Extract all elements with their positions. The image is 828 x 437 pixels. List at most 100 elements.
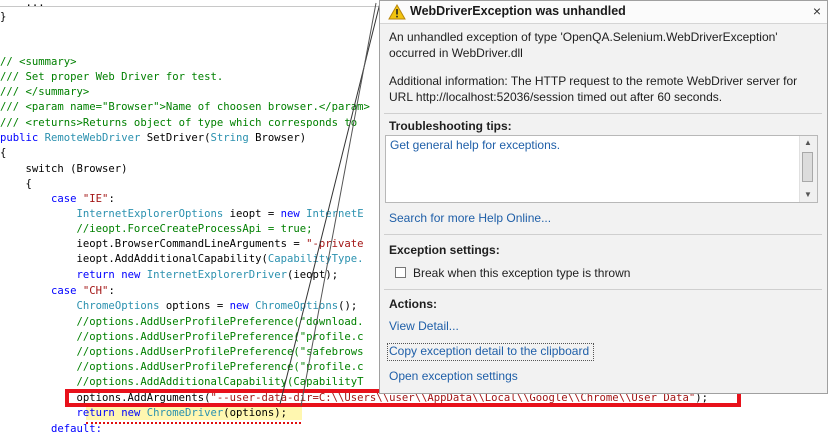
view-detail-link[interactable]: View Detail... <box>389 319 459 333</box>
code-token: (options); <box>223 407 288 419</box>
popup-header: WebDriverException was unhandled × <box>380 1 827 24</box>
code-token: return <box>76 407 122 419</box>
code-token: default: <box>0 423 103 435</box>
code-line[interactable]: //options.AddUserProfilePreference("prof… <box>0 330 364 345</box>
break-when-thrown-label: Break when this exception type is thrown <box>413 266 631 280</box>
code-token: (); <box>338 300 358 312</box>
code-token: : <box>108 285 115 297</box>
code-token: new <box>280 208 307 220</box>
code-line[interactable]: ieopt.AddAdditionalCapability(Capability… <box>0 252 364 267</box>
code-line[interactable]: ieopt.BrowserCommandLineArguments = "-pr… <box>0 237 364 252</box>
code-token: "CH" <box>82 285 109 297</box>
search-help-online-link[interactable]: Search for more Help Online... <box>389 211 551 225</box>
code-line[interactable]: //options.AddUserProfilePreference("down… <box>0 315 364 330</box>
code-line[interactable]: //options.AddUserProfilePreference("safe… <box>0 345 364 360</box>
code-line[interactable]: //options.AddAdditionalCapability(Capabi… <box>0 375 364 390</box>
code-token: CapabilityType. <box>267 253 364 265</box>
code-token: (ieopt); <box>287 269 339 281</box>
code-token: /// </summary> <box>0 86 90 98</box>
code-line[interactable]: // <summary> <box>0 55 77 70</box>
exception-settings-title: Exception settings: <box>389 243 500 257</box>
code-line[interactable]: { <box>0 146 6 161</box>
code-token: ieopt.AddAdditionalCapability( <box>0 253 268 265</box>
code-line[interactable]: InternetExplorerOptions ieopt = new Inte… <box>0 207 364 222</box>
code-line[interactable]: /// </summary> <box>0 85 89 100</box>
code-token: // <summary> <box>0 56 77 68</box>
code-token: { <box>0 178 32 190</box>
code-token: //options.AddUserProfilePreference("prof… <box>0 361 364 373</box>
code-line[interactable]: return new InternetExplorerDriver(ieopt)… <box>0 268 339 283</box>
code-token: new <box>121 269 147 281</box>
code-token: new <box>121 407 147 419</box>
close-icon[interactable]: × <box>809 2 825 20</box>
code-token: ChromeOptions <box>255 300 339 312</box>
code-token: public <box>0 132 45 144</box>
code-token: InternetExplorerDriver <box>146 269 288 281</box>
code-token: Browser) <box>248 132 307 144</box>
code-token: new <box>229 300 256 312</box>
section-divider <box>384 113 822 114</box>
troubleshooting-title: Troubleshooting tips: <box>389 119 512 133</box>
break-when-thrown-checkbox[interactable] <box>395 267 406 278</box>
code-token: switch (Browser) <box>0 163 128 175</box>
troubleshooting-tips-box: Get general help for exceptions. ▲ ▼ <box>385 135 818 203</box>
code-line[interactable]: //ieopt.ForceCreateProcessApi = true; <box>0 222 313 237</box>
code-token: //options.AddUserProfilePreference("safe… <box>0 346 364 358</box>
exception-assistant-popup: WebDriverException was unhandled × An un… <box>379 0 828 394</box>
code-token: case <box>0 285 83 297</box>
code-line[interactable]: case "CH": <box>0 284 115 299</box>
code-token: //options.AddUserProfilePreference("down… <box>0 316 364 328</box>
tips-scrollbar[interactable]: ▲ ▼ <box>799 136 817 202</box>
code-token: : <box>108 193 115 205</box>
code-line[interactable]: /// <returns>Returns object of type whic… <box>0 116 357 131</box>
code-line[interactable]: ChromeOptions options = new ChromeOption… <box>0 299 358 314</box>
section-divider <box>384 234 822 235</box>
code-line[interactable]: switch (Browser) <box>0 162 128 177</box>
code-line[interactable]: case "IE": <box>0 192 115 207</box>
code-token: ... <box>25 0 45 9</box>
code-token: //options.AddAdditionalCapability(Capabi… <box>0 376 364 388</box>
code-token: ChromeDriver <box>146 407 224 419</box>
scroll-thumb[interactable] <box>802 152 813 182</box>
code-line[interactable]: { <box>0 177 32 192</box>
code-token: ieopt = <box>223 208 281 220</box>
actions-title: Actions: <box>389 297 437 311</box>
additional-information: Additional information: The HTTP request… <box>389 74 798 104</box>
code-separator-line <box>0 6 380 7</box>
code-token: //ieopt.ForceCreateProcessApi = true; <box>0 223 313 235</box>
code-line[interactable]: ... <box>0 0 45 11</box>
code-token: "IE" <box>82 193 109 205</box>
code-line[interactable]: public RemoteWebDriver SetDriver(String … <box>0 131 306 146</box>
popup-title: WebDriverException was unhandled <box>410 4 626 18</box>
code-token: /// <param name="Browser">Name of choose… <box>0 101 370 113</box>
code-token: ChromeOptions <box>76 300 160 312</box>
exception-description: An unhandled exception of type 'OpenQA.S… <box>389 30 778 60</box>
code-line[interactable]: //options.AddUserProfilePreference("prof… <box>0 360 364 375</box>
general-help-link[interactable]: Get general help for exceptions. <box>390 138 560 152</box>
code-line[interactable]: default: <box>0 422 102 437</box>
scroll-down-icon[interactable]: ▼ <box>800 188 816 202</box>
code-token: InternetE <box>306 208 364 220</box>
code-line[interactable]: /// <param name="Browser">Name of choose… <box>0 100 370 115</box>
code-token: RemoteWebDriver <box>44 132 141 144</box>
code-line[interactable]: } <box>0 10 6 25</box>
code-token: { <box>0 147 7 159</box>
code-token: options = <box>159 300 230 312</box>
code-token: /// Set proper Web Driver for test. <box>0 71 224 83</box>
scroll-up-icon[interactable]: ▲ <box>800 136 816 150</box>
code-line[interactable]: /// Set proper Web Driver for test. <box>0 70 223 85</box>
open-exception-settings-link[interactable]: Open exception settings <box>389 369 518 383</box>
code-token: //options.AddUserProfilePreference("prof… <box>0 331 364 343</box>
code-token: SetDriver( <box>140 132 211 144</box>
copy-exception-detail-link[interactable]: Copy exception detail to the clipboard <box>389 344 589 358</box>
warning-icon <box>388 4 406 20</box>
section-divider <box>384 289 822 290</box>
code-token: } <box>0 11 7 23</box>
code-token: "-private <box>306 238 364 250</box>
error-squiggle <box>86 419 301 424</box>
